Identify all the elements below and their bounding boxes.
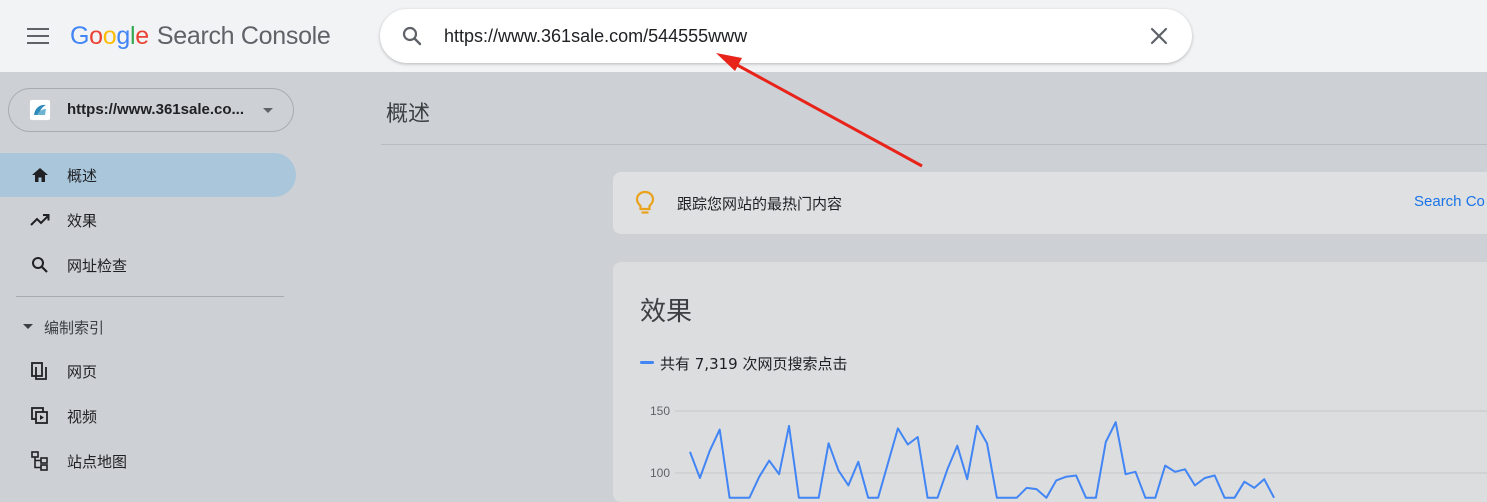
logo-letter: e — [135, 22, 149, 50]
performance-card[interactable]: 效果 共有 7,319 次网页搜索点击 150 100 — [613, 262, 1487, 502]
clicks-series-line — [689, 421, 1275, 499]
nav-item-label: 网页 — [67, 363, 98, 381]
url-inspection-search-box[interactable] — [380, 9, 1192, 63]
section-indexing-toggle[interactable]: 编制索引 — [20, 316, 280, 338]
nav-item-label: 站点地图 — [67, 453, 128, 471]
nav-item-performance[interactable]: 效果 — [0, 198, 296, 242]
nav-item-sitemaps[interactable]: 站点地图 — [0, 439, 296, 483]
nav-item-pages[interactable]: 网页 — [0, 349, 296, 393]
title-divider — [381, 144, 1487, 145]
video-pages-icon — [31, 407, 48, 424]
google-search-console-logo[interactable]: Google Search Console — [70, 22, 331, 51]
annotation-arrow-shaft — [727, 58, 923, 168]
sidebar-divider — [16, 296, 284, 297]
tip-card: 跟踪您网站的最热门内容 Search Co — [613, 172, 1487, 234]
logo-letter: o — [102, 22, 117, 50]
performance-chart[interactable]: 150 100 — [613, 262, 1487, 502]
search-console-insights-link[interactable]: Search Co — [1414, 193, 1485, 210]
close-icon[interactable] — [1148, 25, 1170, 47]
logo-letter: o — [89, 22, 103, 50]
tip-text: 跟踪您网站的最热门内容 — [677, 195, 843, 213]
pages-icon — [31, 362, 47, 380]
home-icon — [32, 168, 48, 182]
nav-item-overview[interactable]: 概述 — [0, 153, 296, 197]
property-url: https://www.361sale.co... — [67, 101, 244, 118]
search-icon — [32, 257, 48, 273]
search-icon[interactable] — [400, 24, 424, 48]
logo-letter: G — [70, 22, 90, 50]
logo-letter: g — [116, 22, 130, 50]
search-input[interactable] — [444, 21, 1124, 51]
top-app-bar: Google Search Console — [0, 0, 1487, 72]
collapse-arrow-icon — [23, 324, 33, 329]
nav-item-videos[interactable]: 视频 — [0, 394, 296, 438]
site-favicon-icon — [29, 99, 51, 121]
lightbulb-icon — [635, 190, 655, 214]
page-title: 概述 — [386, 102, 431, 127]
property-selector[interactable]: https://www.361sale.co... — [8, 88, 294, 132]
section-indexing-label: 编制索引 — [44, 319, 105, 337]
nav-item-label: 视频 — [67, 408, 98, 426]
sitemap-icon — [31, 451, 48, 471]
nav-item-label: 效果 — [67, 212, 98, 230]
nav-item-label: 概述 — [67, 167, 98, 185]
y-tick-label: 150 — [650, 404, 670, 418]
nav-item-url-inspection[interactable]: 网址检查 — [0, 243, 296, 287]
sidebar: https://www.361sale.co... 概述 效果 网址检查 编制索… — [0, 72, 300, 489]
product-name: Search Console — [156, 22, 331, 50]
y-tick-label: 100 — [650, 466, 670, 480]
nav-item-label: 网址检查 — [67, 257, 128, 275]
dropdown-caret-icon — [263, 108, 273, 113]
trending-up-icon — [30, 214, 50, 226]
hamburger-menu-icon[interactable] — [27, 28, 49, 44]
